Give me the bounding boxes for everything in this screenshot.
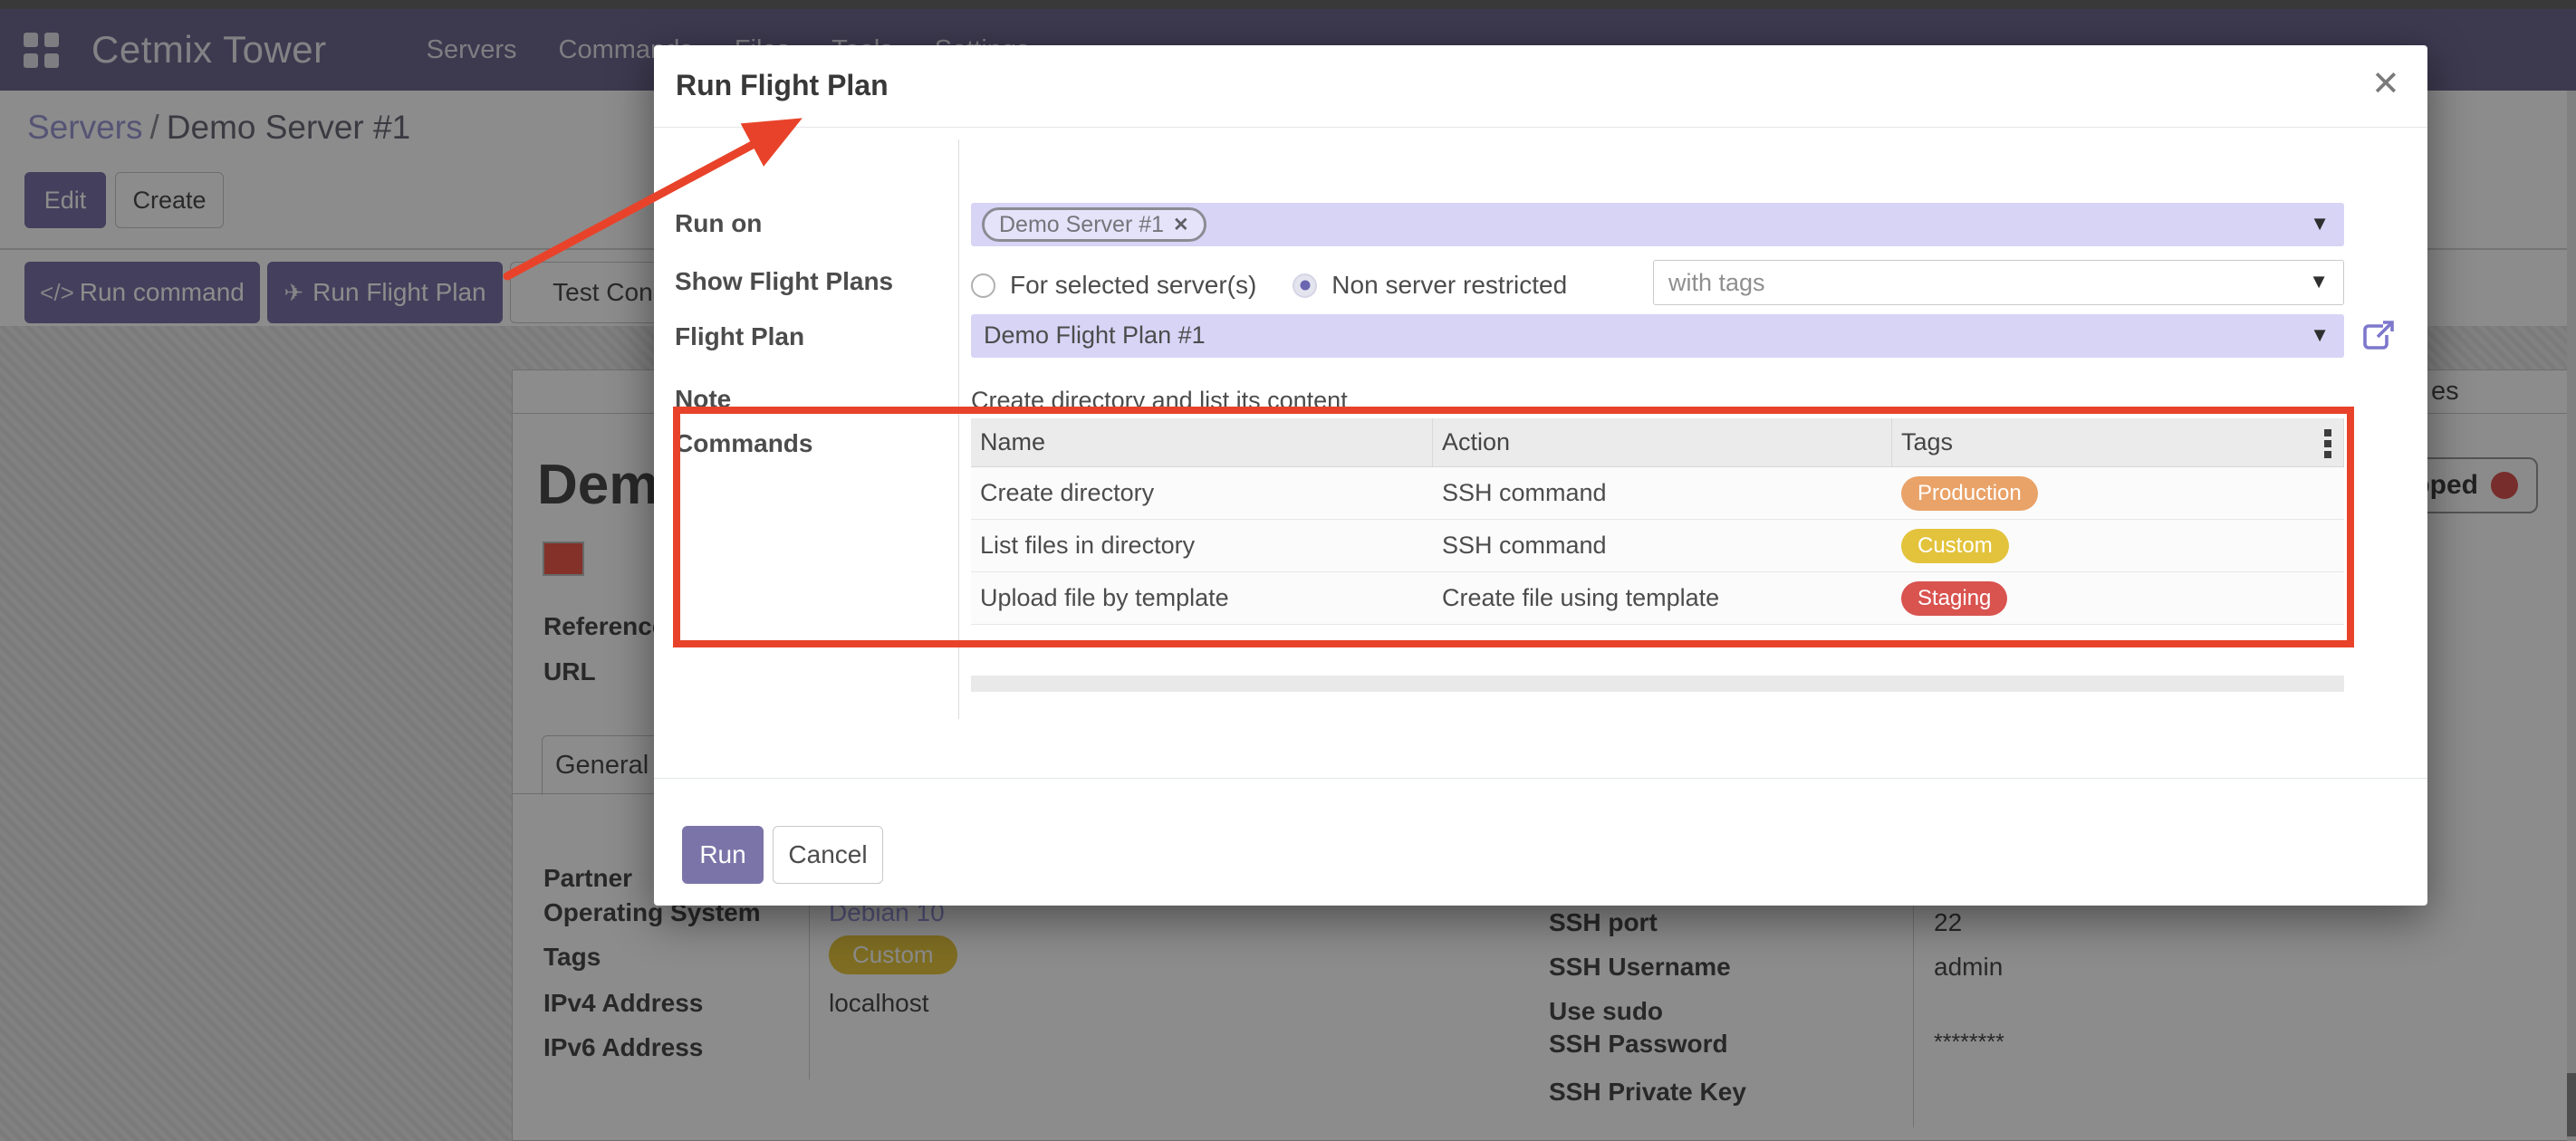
chevron-down-icon[interactable]: ▼ <box>2309 270 2329 293</box>
radio-on-icon[interactable] <box>1293 273 1317 298</box>
form-label-separator <box>958 139 959 719</box>
modal-header-border <box>654 127 2427 128</box>
tag-staging: Staging <box>1901 581 2007 616</box>
note-label: Note <box>675 385 731 414</box>
table-row[interactable]: List files in directory SSH command Cust… <box>971 520 2344 572</box>
note-value: Create directory and list its content <box>971 387 1348 415</box>
command-tags: Production <box>1892 476 2344 511</box>
modal-title: Run Flight Plan <box>676 69 889 102</box>
command-action: Create file using template <box>1433 584 1892 612</box>
external-link-icon[interactable] <box>2358 317 2398 357</box>
commands-table: Name Action Tags Create directory SSH co… <box>971 418 2344 625</box>
chevron-down-icon[interactable]: ▼ <box>2310 323 2330 347</box>
run-on-select[interactable]: Demo Server #1 ✕ ▼ <box>971 203 2344 246</box>
command-name: Create directory <box>971 479 1433 507</box>
column-header-tags[interactable]: Tags <box>1892 418 2344 466</box>
command-tags: Custom <box>1892 529 2344 563</box>
horizontal-scrollbar[interactable] <box>971 676 2344 692</box>
table-row[interactable]: Upload file by template Create file usin… <box>971 572 2344 625</box>
screen: Cetmix Tower Servers Commands Files Tool… <box>0 0 2576 1141</box>
cancel-button[interactable]: Cancel <box>773 826 883 884</box>
command-name: Upload file by template <box>971 584 1433 612</box>
run-flight-plan-modal: Run Flight Plan ✕ Run on Demo Server #1 … <box>654 45 2427 906</box>
with-tags-placeholder: with tags <box>1668 269 1765 297</box>
chevron-down-icon[interactable]: ▼ <box>2310 212 2330 235</box>
radio-for-selected-servers[interactable]: For selected server(s) <box>971 271 1256 300</box>
radio-non-server-restricted[interactable]: Non server restricted <box>1293 271 1567 300</box>
flight-plan-select[interactable]: Demo Flight Plan #1 ▼ <box>971 314 2344 358</box>
commands-label: Commands <box>675 429 812 458</box>
column-header-action[interactable]: Action <box>1433 418 1892 466</box>
command-action: SSH command <box>1433 532 1892 560</box>
close-icon[interactable]: ✕ <box>2371 67 2400 101</box>
run-on-label: Run on <box>675 209 762 238</box>
flight-plan-value: Demo Flight Plan #1 <box>984 321 1206 350</box>
token-remove-icon[interactable]: ✕ <box>1173 214 1189 236</box>
flight-plan-label: Flight Plan <box>675 322 804 351</box>
command-action: SSH command <box>1433 479 1892 507</box>
column-options-icon[interactable] <box>2324 429 2331 458</box>
server-token: Demo Server #1 ✕ <box>982 207 1206 242</box>
tag-custom: Custom <box>1901 529 2009 563</box>
tag-production: Production <box>1901 476 2038 511</box>
run-button[interactable]: Run <box>682 826 764 884</box>
radio-off-icon[interactable] <box>971 273 995 298</box>
server-token-label: Demo Server #1 <box>999 212 1164 238</box>
command-tags: Staging <box>1892 581 2344 616</box>
command-name: List files in directory <box>971 532 1433 560</box>
table-row[interactable]: Create directory SSH command Production <box>971 467 2344 520</box>
with-tags-select[interactable]: with tags ▼ <box>1653 260 2344 305</box>
column-header-name[interactable]: Name <box>971 418 1433 466</box>
commands-table-header: Name Action Tags <box>971 418 2344 467</box>
show-flight-plans-label: Show Flight Plans <box>675 267 893 296</box>
flight-plan-filter-radios: For selected server(s) Non server restri… <box>971 268 1567 302</box>
modal-footer-border <box>654 778 2427 779</box>
